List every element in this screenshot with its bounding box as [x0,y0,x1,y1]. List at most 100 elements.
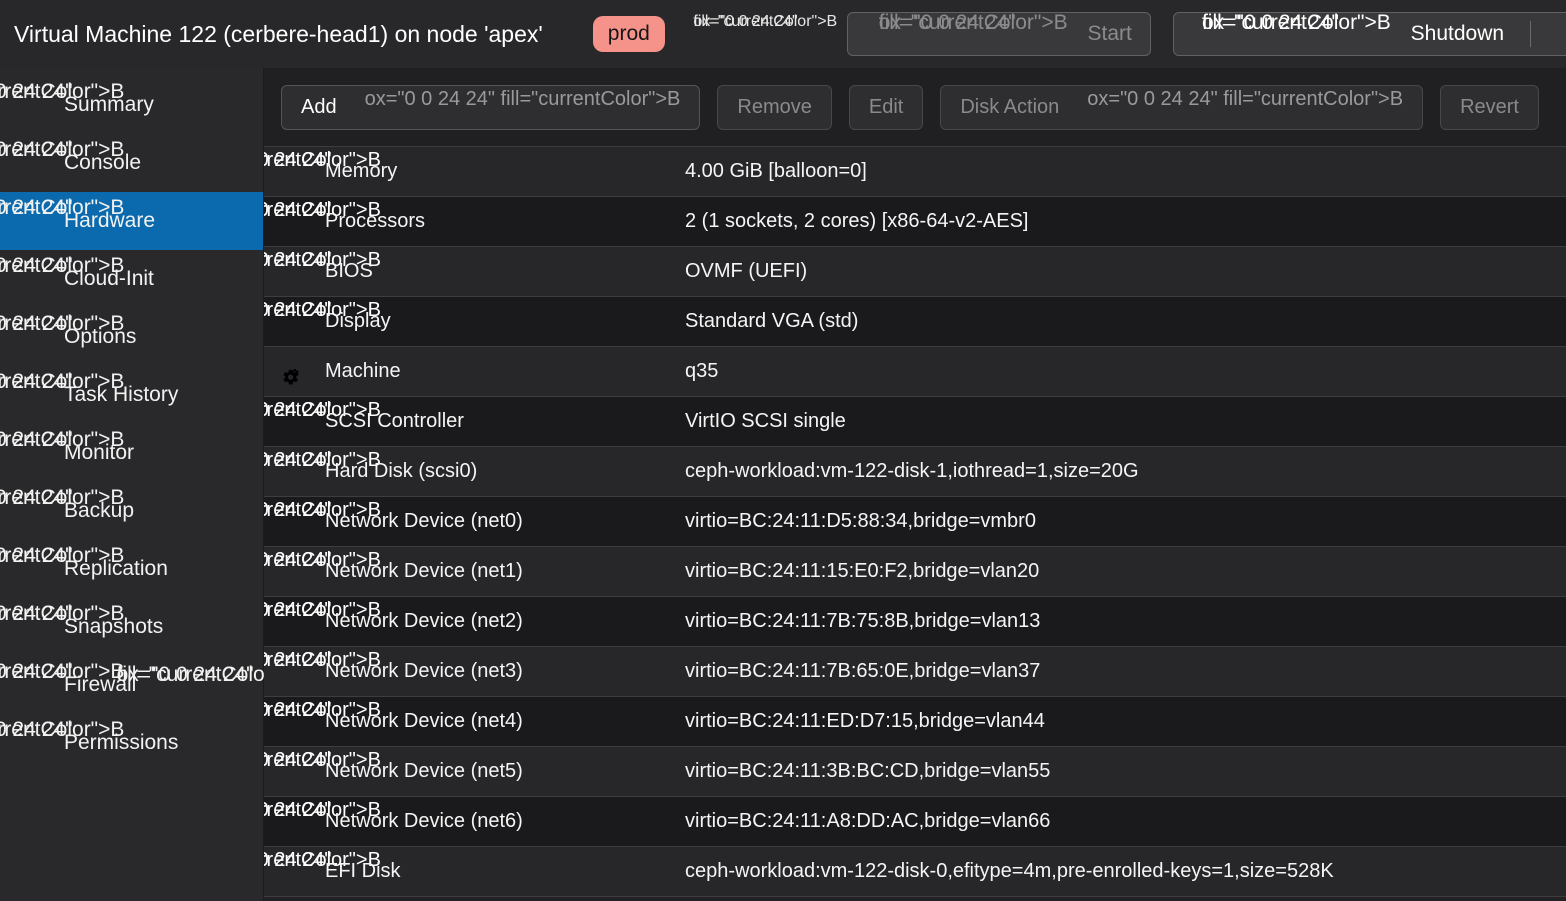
toolbar-button-revert[interactable]: Revert ox="0 0 24 24" fill="currentColor… [1440,85,1539,130]
network-icon: ox="0 0 24 24" fill="currentColor">B [277,610,305,634]
sidebar-item-permissions[interactable]: ox="0 0 24 24" fill="currentColor">B Per… [0,714,263,772]
table-row[interactable]: ox="0 0 24 24" fill="currentColor">B Pro… [264,196,1566,246]
sidebar-item-label: Task History [64,383,178,407]
sidebar-item-label: Backup [64,499,134,523]
sidebar-item-hardware[interactable]: ox="0 0 24 24" fill="currentColor">B Har… [0,192,263,250]
history-icon: ox="0 0 24 24" fill="currentColor">B [14,614,46,640]
play-icon: ox="0 0 24 24" fill="currentColor">B [866,23,1077,45]
table-row[interactable]: ox="0 0 24 24" fill="currentColor">B Mac… [264,346,1566,396]
shutdown-dropdown-toggle[interactable]: ox="0 0 24 24" fill="currentColor">B [1542,13,1566,55]
table-row[interactable]: ox="0 0 24 24" fill="currentColor">B Har… [264,446,1566,496]
chevron-down-icon: ox="0 0 24 24" fill="currentColor">B [1553,23,1566,45]
display-icon: ox="0 0 24 24" fill="currentColor">B [277,310,305,334]
microchip-icon: ox="0 0 24 24" fill="currentColor">B [277,260,305,284]
cloud-icon: ox="0 0 24 24" fill="currentColor">B [14,266,46,292]
toolbar-button-label: Remove [737,96,811,119]
sidebar-item-monitor[interactable]: ox="0 0 24 24" fill="currentColor">B Mon… [0,424,263,482]
page-title: Virtual Machine 122 (cerbere-head1) on n… [14,21,543,48]
row-value: virtio=BC:24:11:7B:65:0E,bridge=vlan37 [685,660,1566,683]
sidebar-item-console[interactable]: ox="0 0 24 24" fill="currentColor">B Con… [0,134,263,192]
shutdown-button-label: Shutdown [1411,22,1504,46]
table-row[interactable]: ox="0 0 24 24" fill="currentColor">B Net… [264,696,1566,746]
sidebar-item-firewall[interactable]: ox="0 0 24 24" fill="currentColor">B Fir… [0,656,263,714]
row-label: Network Device (net3) [325,660,685,683]
row-value: virtio=BC:24:11:7B:75:8B,bridge=vlan13 [685,610,1566,633]
row-value: Standard VGA (std) [685,310,1566,333]
sidebar-item-label: Cloud-Init [64,267,154,291]
shutdown-button[interactable]: ox="0 0 24 24" fill="currentColor">B Shu… [1174,13,1519,55]
cpu-icon: ox="0 0 24 24" fill="currentColor">B [277,210,305,234]
row-label: Network Device (net5) [325,760,685,783]
retweet-icon: ox="0 0 24 24" fill="currentColor">B [14,556,46,582]
list-icon: ox="0 0 24 24" fill="currentColor">B [14,382,46,408]
sidebar-item-summary[interactable]: ox="0 0 24 24" fill="currentColor">B Sum… [0,76,263,134]
row-label: Network Device (net1) [325,560,685,583]
toolbar-button-disk-action[interactable]: Disk Action ox="0 0 24 24" fill="current… [940,85,1423,130]
database-icon: ox="0 0 24 24" fill="currentColor">B [277,410,305,434]
unlock-icon: ox="0 0 24 24" fill="currentColor">B [14,730,46,756]
pencil-icon[interactable]: ox="0 0 24 24" fill="currentColor">B [679,22,847,46]
start-button[interactable]: ox="0 0 24 24" fill="currentColor">B Sta… [847,12,1151,56]
table-row-partial [264,896,1566,901]
sidebar-item-task-history[interactable]: ox="0 0 24 24" fill="currentColor">B Tas… [0,366,263,424]
table-row[interactable]: ox="0 0 24 24" fill="currentColor">B Net… [264,746,1566,796]
row-label: Machine [325,360,685,383]
sidebar-item-backup[interactable]: ox="0 0 24 24" fill="currentColor">B Bac… [0,482,263,540]
network-icon: ox="0 0 24 24" fill="currentColor">B [277,560,305,584]
cogs-icon: ox="0 0 24 24" fill="currentColor">B [277,360,305,384]
toolbar-button-label: Edit [869,96,903,119]
terminal-icon: ox="0 0 24 24" fill="currentColor">B [14,150,46,176]
sidebar-item-label: Permissions [64,731,178,755]
network-icon: ox="0 0 24 24" fill="currentColor">B [277,810,305,834]
toolbar-button-label: Add [301,96,337,119]
row-value: virtio=BC:24:11:D5:88:34,bridge=vmbr0 [685,510,1566,533]
table-row[interactable]: ox="0 0 24 24" fill="currentColor">B Mem… [264,146,1566,196]
table-row[interactable]: ox="0 0 24 24" fill="currentColor">B EFI… [264,846,1566,896]
shutdown-split-button: ox="0 0 24 24" fill="currentColor">B Shu… [1173,12,1566,56]
toolbar-button-edit[interactable]: Edit ox="0 0 24 24" fill="currentColor">… [849,85,923,130]
row-value: OVMF (UEFI) [685,260,1566,283]
table-row[interactable]: ox="0 0 24 24" fill="currentColor">B Dis… [264,296,1566,346]
row-value: VirtIO SCSI single [685,410,1566,433]
table-row[interactable]: ox="0 0 24 24" fill="currentColor">B Net… [264,796,1566,846]
table-row[interactable]: ox="0 0 24 24" fill="currentColor">B Net… [264,646,1566,696]
table-row[interactable]: ox="0 0 24 24" fill="currentColor">B Net… [264,546,1566,596]
sidebar-item-cloud-init[interactable]: ox="0 0 24 24" fill="currentColor">B Clo… [0,250,263,308]
row-label: Network Device (net0) [325,510,685,533]
hdd-icon: ox="0 0 24 24" fill="currentColor">B [277,460,305,484]
proxmox-vm-page: Virtual Machine 122 (cerbere-head1) on n… [0,0,1566,901]
content-panel: Add ox="0 0 24 24" fill="currentColor">B… [264,68,1566,901]
shield-icon: ox="0 0 24 24" fill="currentColor">B [14,672,46,698]
sidebar-item-label: Console [64,151,141,175]
hdd-icon: ox="0 0 24 24" fill="currentColor">B [277,860,305,884]
table-row[interactable]: ox="0 0 24 24" fill="currentColor">B SCS… [264,396,1566,446]
sidebar-item-label: Summary [64,93,154,117]
table-row[interactable]: ox="0 0 24 24" fill="currentColor">B BIO… [264,246,1566,296]
sidebar-item-options[interactable]: ox="0 0 24 24" fill="currentColor">B Opt… [0,308,263,366]
sidebar-item-replication[interactable]: ox="0 0 24 24" fill="currentColor">B Rep… [0,540,263,598]
row-value: ceph-workload:vm-122-disk-1,iothread=1,s… [685,460,1566,483]
sidebar-item-label: Monitor [64,441,134,465]
toolbar-button-label: Disk Action [960,96,1059,119]
sidebar-item-label: Options [64,325,136,349]
chevron-down-icon: ox="0 0 24 24" fill="currentColor">B [1070,99,1403,116]
sidebar-item-label: Hardware [64,209,155,233]
row-label: SCSI Controller [325,410,685,433]
row-label: Network Device (net6) [325,810,685,833]
table-row[interactable]: ox="0 0 24 24" fill="currentColor">B Net… [264,596,1566,646]
toolbar-button-add[interactable]: Add ox="0 0 24 24" fill="currentColor">B [281,85,700,130]
table-row[interactable]: ox="0 0 24 24" fill="currentColor">B Net… [264,496,1566,546]
start-button-label: Start [1087,22,1131,46]
row-value: virtio=BC:24:11:15:E0:F2,bridge=vlan20 [685,560,1566,583]
row-label: Memory [325,160,685,183]
row-label: Network Device (net2) [325,610,685,633]
sidebar-item-snapshots[interactable]: ox="0 0 24 24" fill="currentColor">B Sna… [0,598,263,656]
gear-icon: ox="0 0 24 24" fill="currentColor">B [14,324,46,350]
toolbar-button-remove[interactable]: Remove ox="0 0 24 24" fill="currentColor… [717,85,831,130]
row-value: q35 [685,360,1566,383]
vm-tag-badge[interactable]: prod [593,16,665,51]
power-icon: ox="0 0 24 24" fill="currentColor">B [1189,23,1400,45]
row-value: virtio=BC:24:11:ED:D7:15,bridge=vlan44 [685,710,1566,733]
book-icon: ox="0 0 24 24" fill="currentColor">B [14,92,46,118]
network-icon: ox="0 0 24 24" fill="currentColor">B [277,510,305,534]
